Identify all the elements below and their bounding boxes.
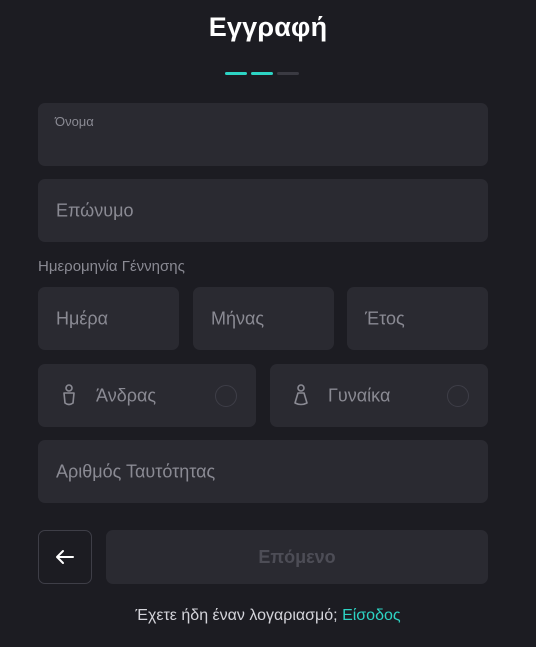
first-name-field[interactable]: Όνομα [38,103,488,166]
step-2-indicator [251,72,273,75]
login-prompt: Έχετε ήδη έναν λογαριασμό; Είσοδος [0,607,536,625]
dob-day-field[interactable]: Ημέρα [38,287,179,350]
step-1-indicator [225,72,247,75]
login-link[interactable]: Είσοδος [342,607,401,624]
gender-option-male[interactable]: Άνδρας [38,364,256,427]
dob-day-placeholder: Ημέρα [56,308,109,328]
gender-male-label: Άνδρας [96,385,157,405]
dob-month-field[interactable]: Μήνας [193,287,334,350]
last-name-field[interactable]: Επώνυμο [38,179,488,242]
first-name-label: Όνομα [55,114,94,129]
id-number-placeholder: Αριθμός Ταυτότητας [56,461,216,481]
dob-year-placeholder: Έτος [365,308,405,328]
step-3-indicator [277,72,299,75]
gender-female-radio[interactable] [447,384,469,407]
first-name-input[interactable] [55,136,471,156]
gender-male-radio[interactable] [215,384,237,407]
id-number-field[interactable]: Αριθμός Ταυτότητας [38,440,488,503]
dob-month-placeholder: Μήνας [211,308,265,328]
dob-label: Ημερομηνία Γέννησης [38,258,185,275]
step-indicator [225,72,299,75]
arrow-left-icon [56,550,74,564]
male-person-icon [63,383,75,405]
login-prompt-text: Έχετε ήδη έναν λογαριασμό; [135,607,343,624]
last-name-placeholder: Επώνυμο [56,200,134,220]
registration-page: Εγγραφή Όνομα Επώνυμο Ημερομηνία Γέννηση… [0,0,536,647]
female-person-icon [294,383,308,405]
gender-female-label: Γυναίκα [328,385,391,405]
page-title: Εγγραφή [208,12,328,42]
dob-year-field[interactable]: Έτος [347,287,488,350]
back-button[interactable] [38,530,92,584]
gender-option-female[interactable]: Γυναίκα [270,364,488,427]
next-button[interactable]: Επόμενο [106,530,488,584]
